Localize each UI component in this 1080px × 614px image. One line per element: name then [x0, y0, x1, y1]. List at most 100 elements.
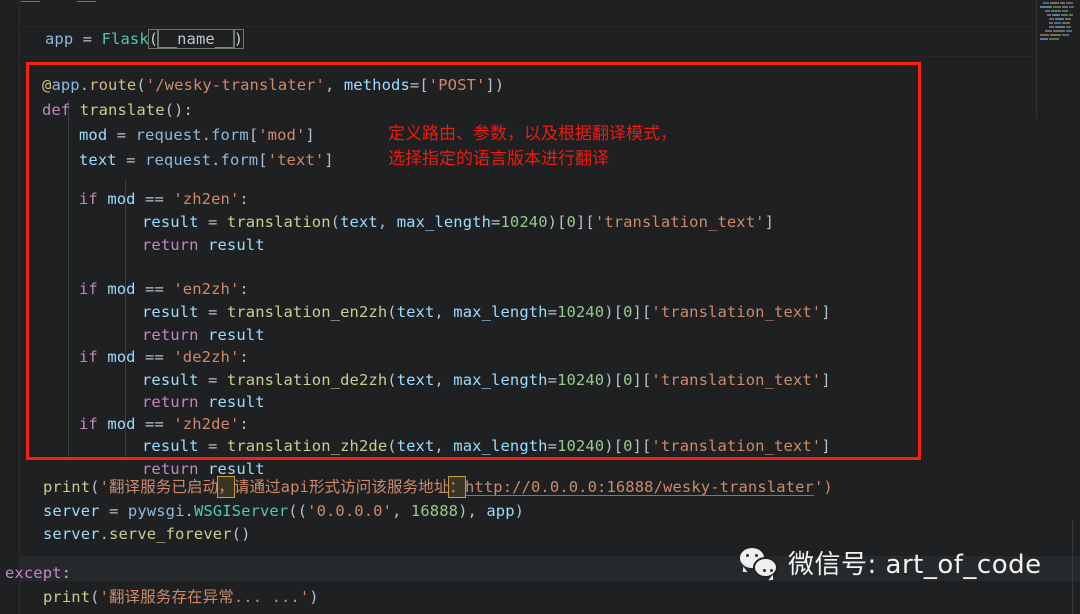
tok-text-arg: text: [396, 371, 435, 389]
tok-brackets: ][: [632, 371, 652, 389]
tok-if-kw: if: [79, 190, 98, 208]
annotation-line-1: 定义路由、参数，以及根据翻译模式，: [388, 124, 677, 144]
tok-mod-var: mod: [107, 280, 136, 298]
tok-result-var: result: [208, 236, 265, 254]
wechat-icon: [740, 547, 778, 578]
tok-comma: ,: [392, 502, 411, 520]
code-editor[interactable]: __name__ app = Flask(__name__) @app.rout…: [0, 0, 1080, 614]
tok-print-text-zh2: 请通过api形式访问该服务地址: [233, 478, 450, 496]
tok-print-colon-highlight: ：: [448, 476, 466, 498]
tok-bracket: [: [419, 76, 429, 94]
tok-fn-translation: translation: [226, 213, 331, 231]
tok-paren: (: [90, 478, 100, 496]
code-line-return-zh2en[interactable]: return result: [21, 233, 265, 258]
tok-result-var: result: [142, 213, 199, 231]
tok-max-length-kw: max_length: [453, 303, 548, 321]
code-line-if-de2zh[interactable]: if mod == 'de2zh':: [21, 345, 249, 370]
code-line-route[interactable]: @app.route('/wesky-translater', methods=…: [21, 73, 504, 98]
tok-space2: [136, 151, 145, 169]
tok-assign: =: [116, 126, 127, 144]
code-line-def[interactable]: def translate():: [21, 98, 193, 123]
tok-space2: [136, 348, 145, 366]
tok-space: [199, 371, 208, 389]
code-line-app-assign[interactable]: app = Flask(__name__): [21, 27, 245, 52]
tok-space3: [164, 415, 173, 433]
tok-colon: :: [239, 190, 249, 208]
code-line-result-zh2en[interactable]: result = translation(text, max_length=10…: [21, 210, 774, 235]
tok-fn-translation-de2zh: translation_de2zh: [226, 371, 388, 389]
tok-space: [70, 101, 79, 119]
tok-mode-en2zh: 'en2zh': [173, 280, 240, 298]
tok-eq-op: ==: [145, 190, 164, 208]
tok-print-url-link[interactable]: http://0.0.0.0:16888/wesky-translater: [465, 478, 814, 496]
tok-space2: [217, 437, 226, 455]
tok-space: [98, 280, 107, 298]
tok-bracket-close: ]: [324, 151, 334, 169]
tok-space: [73, 30, 82, 48]
code-line-serve-forever[interactable]: server.serve_forever(): [21, 522, 251, 547]
code-minimap[interactable]: [1036, 0, 1080, 118]
tok-mode-zh2en: 'zh2en': [173, 190, 240, 208]
tok-app-arg: app: [486, 502, 515, 520]
code-line-result-en2zh[interactable]: result = translation_en2zh(text, max_len…: [21, 300, 831, 325]
tok-paren: (: [90, 588, 100, 606]
tok-bracket-close: ]: [821, 303, 831, 321]
tok-space2: [136, 280, 145, 298]
tok-print-comma-highlight: ，: [217, 476, 235, 498]
tok-return-kw: return: [142, 236, 199, 254]
tok-fn-translation-zh2de: translation_zh2de: [226, 437, 388, 455]
tok-except-kw: except: [5, 564, 62, 582]
code-line-except-print[interactable]: print('翻译服务存在异常... ...'): [21, 585, 319, 610]
tok-space: [199, 437, 208, 455]
tok-space: [100, 502, 109, 520]
tok-close: ]): [485, 76, 505, 94]
code-line-if-zh2en[interactable]: if mod == 'zh2en':: [21, 187, 249, 212]
tok-index-zero: 0: [623, 371, 633, 389]
tok-mode-de2zh: 'de2zh': [173, 348, 240, 366]
tok-assign: =: [126, 151, 136, 169]
tok-paren: (: [136, 76, 146, 94]
code-line-result-zh2de[interactable]: result = translation_zh2de(text, max_len…: [21, 434, 831, 459]
code-surface[interactable]: app = Flask(__name__) @app.route('/wesky…: [5, 0, 1080, 614]
tok-print-fn: print: [43, 478, 91, 496]
tok-post-string: 'POST': [428, 76, 486, 94]
tok-comma: ,: [325, 76, 344, 94]
code-line-mod[interactable]: mod = request.form['mod']: [21, 123, 315, 148]
code-line-text[interactable]: text = request.form['text']: [21, 148, 334, 173]
tok-bracket: [: [258, 151, 268, 169]
tok-space: [98, 415, 107, 433]
tok-eq: =: [547, 437, 558, 455]
annotation-line-2: 选择指定的语言版本进行翻译: [388, 149, 609, 169]
tok-paren: (: [387, 437, 397, 455]
tok-flask-class: Flask: [101, 30, 149, 48]
code-line-server-assign[interactable]: server = pywsgi.WSGIServer(('0.0.0.0', 1…: [21, 499, 524, 524]
code-line-except[interactable]: except:: [5, 561, 71, 586]
tok-eq-op: ==: [145, 348, 164, 366]
tok-mod-var: mod: [79, 126, 108, 144]
tok-space: [117, 151, 126, 169]
tok-close-paren: )[: [604, 303, 624, 321]
tok-max-length-value: 10240: [557, 437, 605, 455]
code-line-if-en2zh[interactable]: if mod == 'en2zh':: [21, 277, 249, 302]
tok-max-length-kw: max_length: [453, 371, 548, 389]
tok-eq: =: [547, 371, 558, 389]
tok-bracket: [: [248, 126, 259, 144]
tok-mod-var: mod: [107, 348, 136, 366]
tok-index-zero: 0: [566, 213, 576, 231]
tok-result-var: result: [208, 326, 265, 344]
tok-close-paren: )[: [604, 437, 624, 455]
tok-bracket-close: ]: [821, 371, 831, 389]
tok-space2: [118, 502, 127, 520]
tok-comma: ,: [377, 213, 397, 231]
tok-except-msg: '翻译服务存在异常... ...': [99, 588, 310, 606]
tok-colon: :: [239, 280, 249, 298]
tok-request: request: [145, 151, 212, 169]
tok-index-zero: 0: [623, 303, 633, 321]
tok-text-key: 'text': [267, 151, 325, 169]
tok-space2: [217, 371, 226, 389]
code-line-print-startup[interactable]: print('翻译服务已启动，请通过api形式访问该服务地址：http://0.…: [21, 475, 833, 500]
tok-bracket-close: ]: [305, 126, 315, 144]
tok-parens: (): [231, 525, 251, 543]
tok-print-fn: print: [43, 588, 91, 606]
tok-mod-key: 'mod': [258, 126, 306, 144]
